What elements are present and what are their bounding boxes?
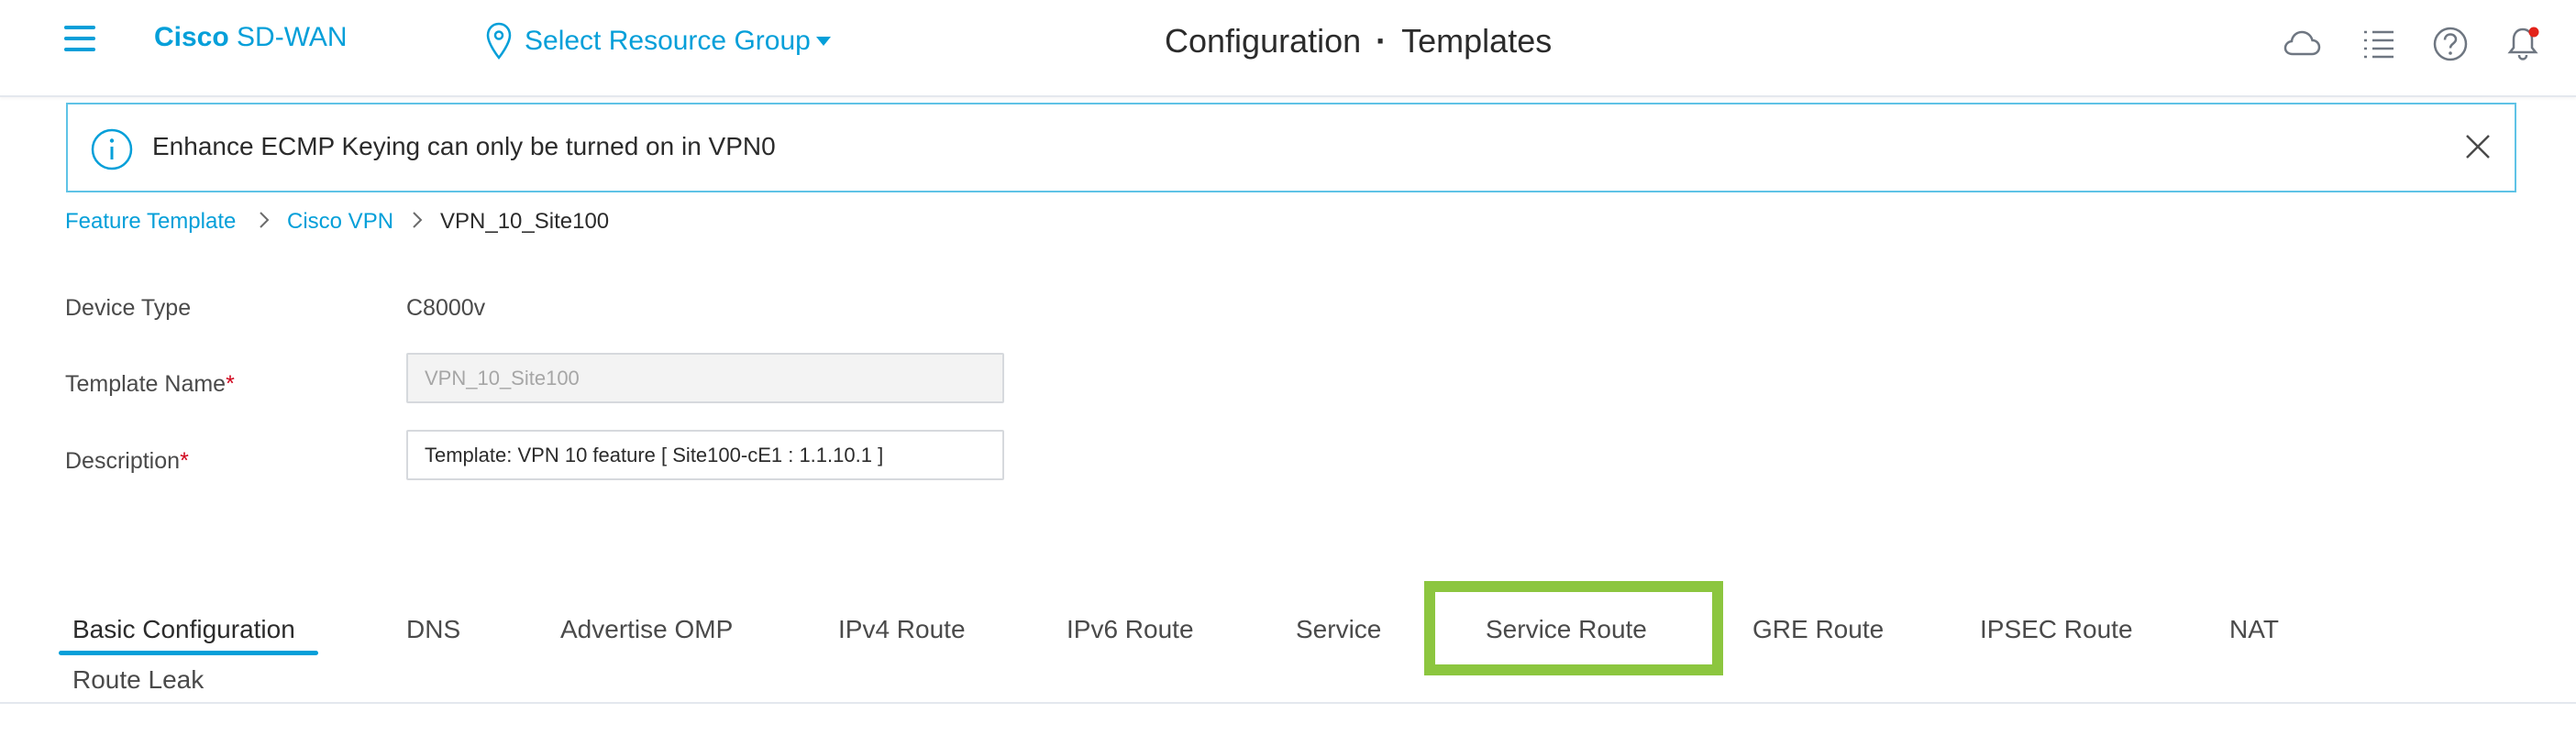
- info-banner: Enhance ECMP Keying can only be turned o…: [66, 103, 2516, 192]
- tab-ipsec-route[interactable]: IPSEC Route: [1980, 615, 2133, 644]
- chevron-down-icon: [815, 37, 831, 46]
- page-title-section: Configuration: [1165, 22, 1362, 60]
- help-icon[interactable]: [2430, 24, 2471, 64]
- cloud-icon[interactable]: [2282, 24, 2322, 64]
- breadcrumb-feature-template[interactable]: Feature Template: [65, 209, 236, 235]
- device-type-label: Device Type: [65, 295, 192, 321]
- brand-logo[interactable]: Cisco SD-WAN: [154, 22, 348, 53]
- required-marker: *: [226, 371, 235, 397]
- tab-route-leak[interactable]: Route Leak: [72, 665, 204, 695]
- close-icon[interactable]: [2461, 130, 2494, 163]
- template-name-label-text: Template Name: [65, 371, 227, 397]
- description-field[interactable]: Template: VPN 10 feature [ Site100-cE1 :…: [406, 430, 1004, 480]
- notification-bell-icon[interactable]: [2503, 24, 2543, 64]
- info-icon: [91, 128, 133, 170]
- tab-gre-route[interactable]: GRE Route: [1752, 615, 1884, 644]
- description-label: Description*: [65, 448, 189, 475]
- page-title-page: Templates: [1401, 22, 1553, 60]
- description-label-text: Description: [65, 448, 181, 474]
- top-navigation-bar: Cisco SD-WAN Select Resource Group Confi…: [0, 0, 2576, 97]
- tab-basic-configuration[interactable]: Basic Configuration: [72, 615, 295, 644]
- notification-dot: [2528, 27, 2539, 38]
- page-title-separator: ·: [1376, 22, 1388, 60]
- template-name-label: Template Name*: [65, 371, 235, 398]
- tab-service[interactable]: Service: [1296, 615, 1381, 644]
- chevron-right-icon: [260, 212, 270, 228]
- tab-nat[interactable]: NAT: [2229, 615, 2279, 644]
- active-tab-indicator: [59, 651, 318, 655]
- resource-group-label: Select Resource Group: [525, 26, 811, 56]
- breadcrumb-current: VPN_10_Site100: [440, 209, 610, 234]
- tab-dns[interactable]: DNS: [406, 615, 460, 644]
- tab-ipv6-route[interactable]: IPv6 Route: [1067, 615, 1194, 644]
- chevron-right-icon: [413, 212, 423, 228]
- page-title: Configuration · Templates: [1165, 22, 1552, 60]
- service-route-highlight: [1424, 581, 1723, 675]
- resource-group-selector[interactable]: Select Resource Group: [486, 18, 831, 64]
- location-pin-icon: [486, 22, 512, 60]
- banner-message: Enhance ECMP Keying can only be turned o…: [152, 132, 776, 160]
- brand-bold: Cisco: [154, 22, 229, 52]
- template-name-field[interactable]: VPN_10_Site100: [406, 353, 1004, 403]
- menu-icon[interactable]: [64, 26, 97, 53]
- tab-ipv4-route[interactable]: IPv4 Route: [838, 615, 966, 644]
- breadcrumb-cisco-vpn[interactable]: Cisco VPN: [287, 209, 393, 235]
- task-list-icon[interactable]: [2359, 24, 2399, 64]
- brand-product: SD-WAN: [237, 22, 348, 52]
- tab-bar-divider: [0, 702, 2576, 704]
- tab-advertise-omp[interactable]: Advertise OMP: [560, 615, 733, 644]
- required-marker: *: [180, 448, 189, 474]
- device-type-value: C8000v: [406, 295, 486, 321]
